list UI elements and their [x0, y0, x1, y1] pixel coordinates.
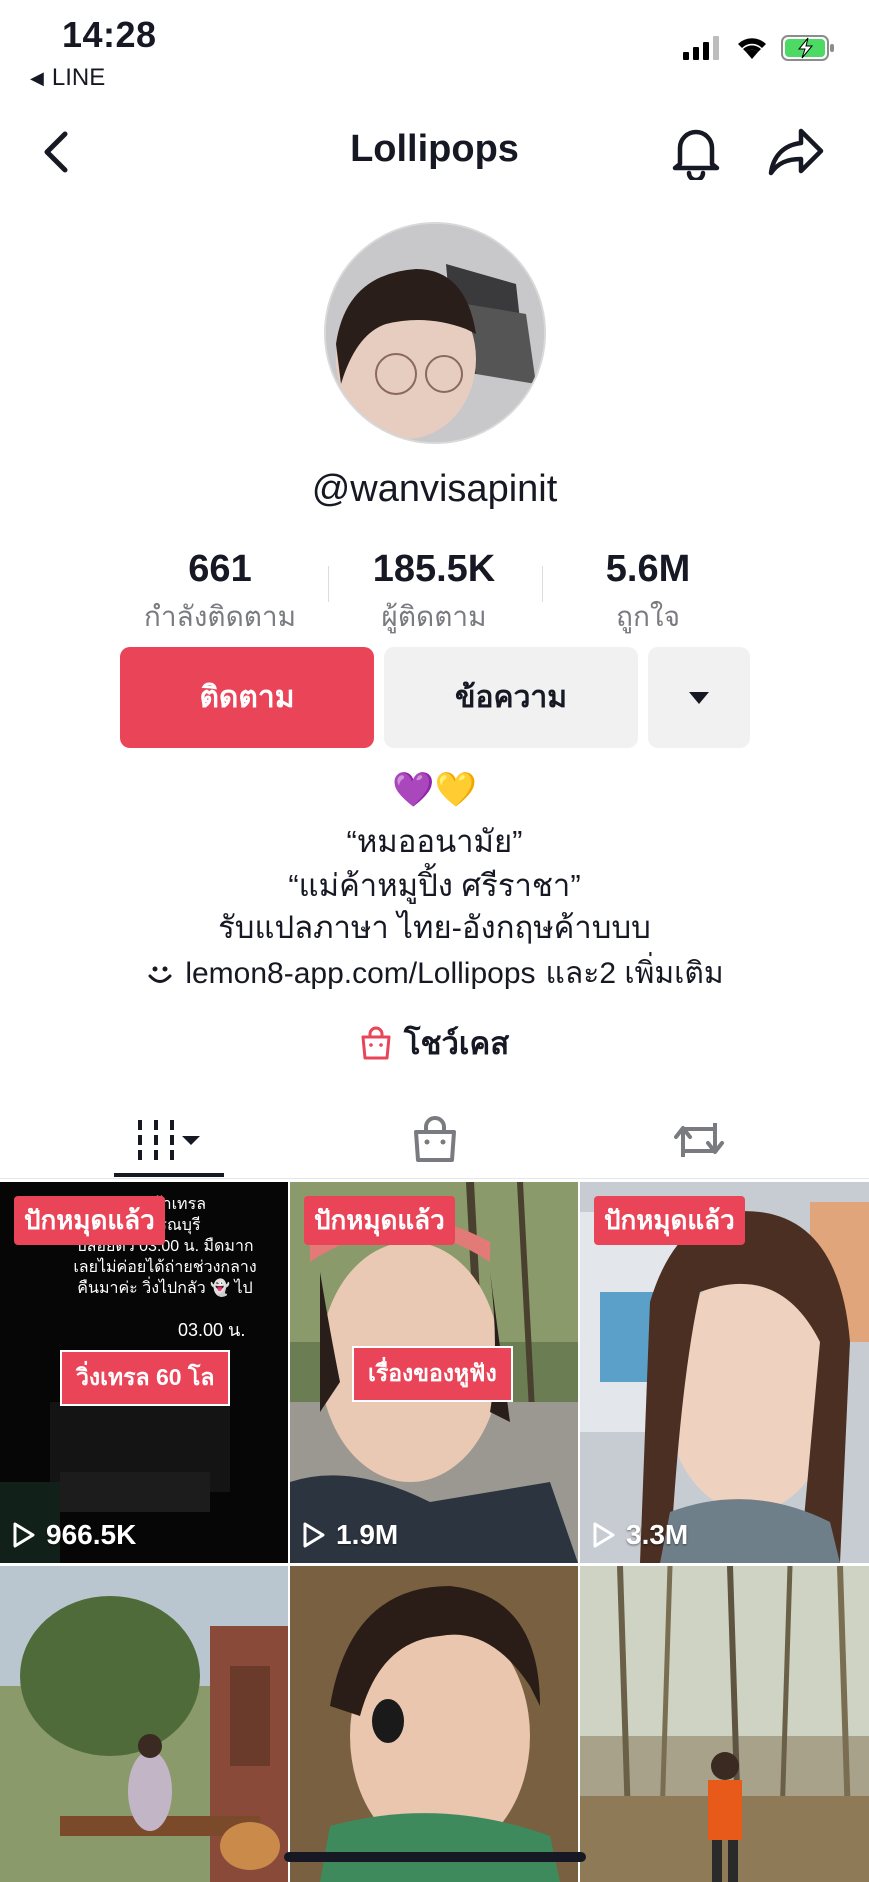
home-indicator[interactable]: [284, 1852, 586, 1862]
suggested-accounts-button[interactable]: [648, 647, 750, 748]
pinned-badge: ปักหมุดแล้ว: [594, 1196, 745, 1245]
profile-avatar[interactable]: [324, 222, 546, 444]
stat-likes-value: 5.6M: [605, 548, 691, 590]
stat-following-value: 661: [188, 548, 252, 590]
showcase-link[interactable]: โชว์เคส: [0, 1018, 869, 1068]
stat-likes[interactable]: 5.6M ถูกใจ: [548, 548, 748, 639]
back-app-label: LINE: [51, 64, 106, 91]
video-tile[interactable]: ลัลตร้าเทรล สุพรรณบุรี ปล่อยตัว 03.00 น.…: [0, 1182, 288, 1563]
video-caption: เรื่องของหูฟัง: [352, 1346, 513, 1402]
bio-line: รับแปลภาษา ไทย-อังกฤษค้าบบบ: [218, 910, 651, 945]
view-count-label: 3.3M: [626, 1519, 689, 1550]
share-arrow-icon: [768, 128, 824, 176]
shopping-bag-icon: [414, 1116, 456, 1162]
stat-followers-value: 185.5K: [372, 548, 496, 590]
follow-button[interactable]: ติดตาม: [120, 647, 374, 748]
wifi-icon: [738, 38, 766, 59]
stat-likes-label: ถูกใจ: [616, 601, 680, 632]
tab-reposts[interactable]: [614, 1100, 784, 1180]
overlay-line: เลยไม่ค่อยได้ถ่ายช่วงกลาง: [73, 1259, 257, 1276]
page-title: Lollipops: [350, 128, 519, 170]
video-tile[interactable]: เรื่องของหูฟัง ปักหมุดแล้ว 1.9M: [290, 1182, 578, 1563]
stat-divider: [328, 566, 329, 602]
bio-line: “หมออนามัย”: [346, 824, 523, 859]
bio-link-row[interactable]: lemon8-app.com/Lollipops และ2 เพิ่มเติม: [0, 950, 869, 997]
showcase-label: โชว์เคส: [403, 1026, 510, 1061]
play-outline-icon: [303, 1522, 325, 1548]
status-time: 14:28: [62, 14, 157, 55]
video-caption: วิ่งเทรล 60 โล: [60, 1350, 231, 1406]
overlay-line: คืนมาค่ะ วิ่งไปกลัว 👻 ไป: [77, 1280, 253, 1297]
stat-following[interactable]: 661 กำลังติดตาม: [120, 548, 320, 639]
status-icons: [683, 34, 835, 62]
pinned-badge: ปักหมุดแล้ว: [14, 1196, 165, 1245]
shopping-bag-icon: [361, 1026, 391, 1060]
play-outline-icon: [593, 1522, 615, 1548]
stat-followers[interactable]: 185.5K ผู้ติดตาม: [334, 548, 534, 639]
stat-divider: [542, 566, 543, 602]
video-tile[interactable]: ปักหมุดแล้ว 3.3M: [580, 1182, 869, 1563]
bio-link-more[interactable]: และ2 เพิ่มเติม: [546, 950, 724, 997]
tab-divider: [0, 1178, 869, 1179]
stat-following-label: กำลังติดตาม: [143, 601, 297, 632]
tab-shop[interactable]: [350, 1100, 520, 1180]
video-tile[interactable]: [0, 1566, 288, 1882]
view-count-label: 966.5K: [46, 1519, 137, 1550]
view-count-label: 1.9M: [336, 1519, 399, 1550]
view-count: 966.5K: [12, 1519, 136, 1551]
share-button[interactable]: [764, 120, 828, 184]
signal-icon: [683, 36, 719, 60]
video-tile[interactable]: [580, 1566, 869, 1882]
view-count: 3.3M: [592, 1519, 688, 1551]
tab-videos[interactable]: [84, 1100, 254, 1180]
caret-down-icon: [689, 691, 709, 704]
notification-button[interactable]: [664, 120, 728, 184]
view-count: 1.9M: [302, 1519, 398, 1551]
bio-link[interactable]: lemon8-app.com/Lollipops: [185, 957, 535, 991]
video-tile[interactable]: [290, 1566, 578, 1882]
profile-username: @wanvisapinit: [311, 468, 558, 510]
overlay-time: 03.00 น.: [178, 1320, 246, 1340]
bio-emojis: 💜💛: [392, 771, 477, 809]
battery-charging-icon: [781, 35, 834, 61]
pinned-badge: ปักหมุดแล้ว: [304, 1196, 455, 1245]
bell-icon: [672, 129, 720, 180]
repost-icon: [674, 1123, 724, 1157]
back-triangle-icon: ◀: [30, 67, 44, 88]
back-to-app-link[interactable]: ◀ LINE: [30, 64, 105, 92]
tab-active-indicator: [114, 1173, 224, 1177]
lemon8-icon: [148, 966, 172, 983]
stat-followers-label: ผู้ติดตาม: [381, 601, 487, 632]
grid-videos-icon: [138, 1120, 200, 1160]
message-button[interactable]: ข้อความ: [384, 647, 638, 748]
play-outline-icon: [13, 1522, 35, 1548]
